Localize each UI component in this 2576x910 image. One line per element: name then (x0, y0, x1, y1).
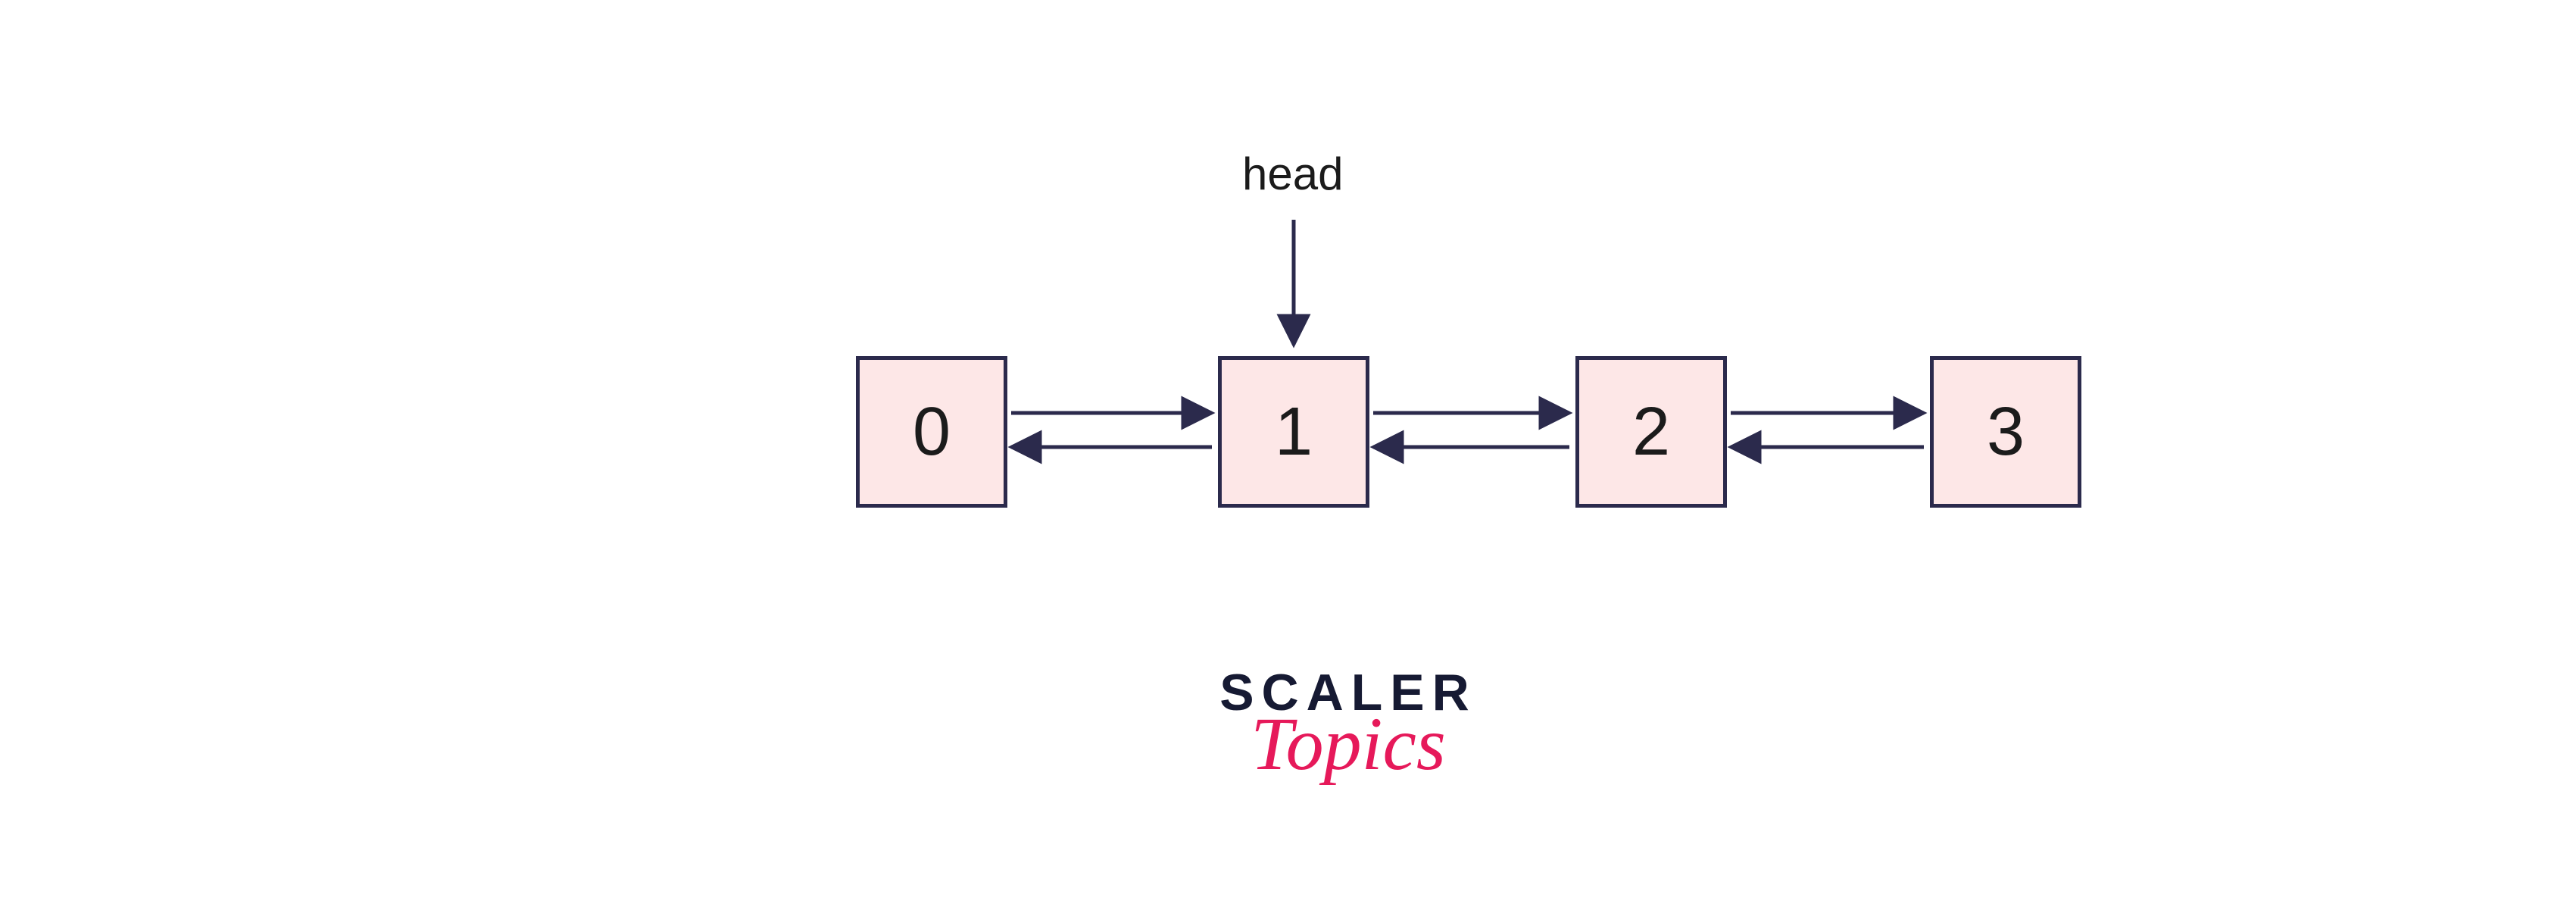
diagram-canvas: head 0 1 2 3 (0, 0, 2576, 910)
list-node-3: 3 (1930, 356, 2081, 508)
brand-logo: SCALER Topics (1197, 667, 1500, 774)
node-value: 0 (913, 393, 951, 471)
node-value: 2 (1632, 393, 1670, 471)
node-value: 3 (1987, 393, 2025, 471)
head-pointer-label: head (1242, 148, 1343, 200)
list-node-2: 2 (1575, 356, 1727, 508)
list-node-0: 0 (856, 356, 1007, 508)
node-value: 1 (1275, 393, 1313, 471)
list-node-1: 1 (1218, 356, 1369, 508)
brand-logo-line2: Topics (1197, 714, 1500, 774)
